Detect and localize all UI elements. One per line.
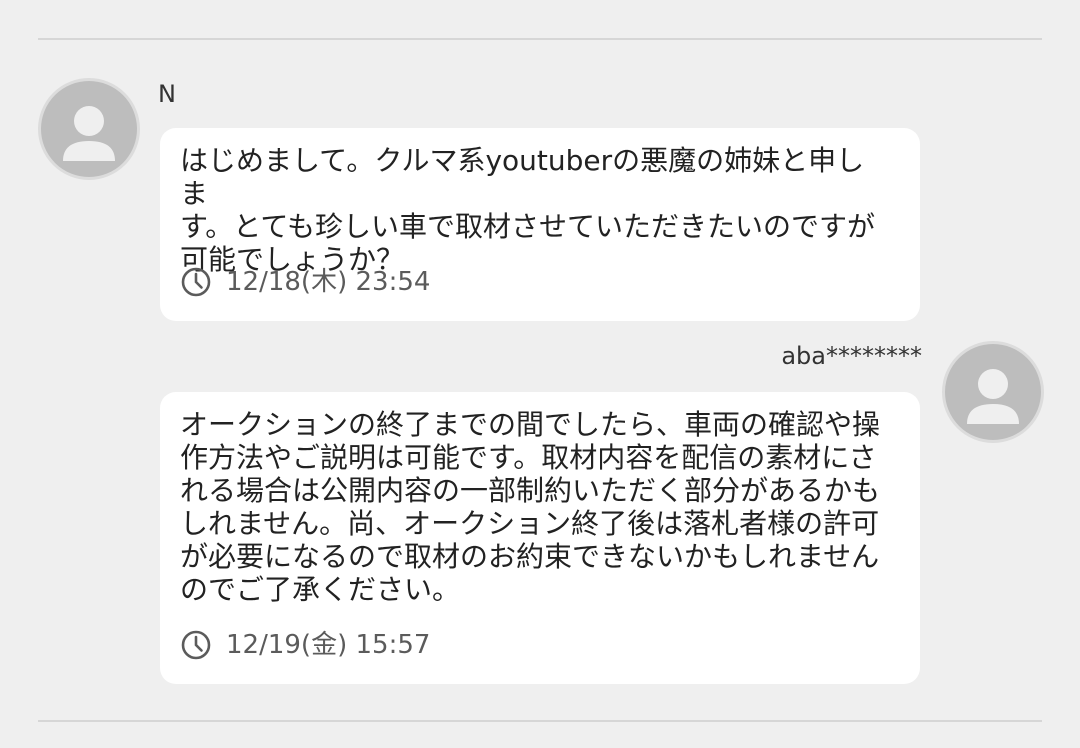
message-bubble: オークションの終了までの間でしたら、車両の確認や操 作方法やご説明は可能です。取… [160,392,920,684]
message-text: はじめまして。クルマ系youtuberの悪魔の姉妹と申しま す。とても珍しい車で… [180,144,875,276]
thread-divider-top [38,38,1042,40]
default-user-icon [63,106,115,161]
message-timestamp: 12/19(金) 15:57 [180,629,430,661]
timestamp-text: 12/19(金) 15:57 [226,630,431,660]
message-bubble: はじめまして。クルマ系youtuberの悪魔の姉妹と申しま す。とても珍しい車で… [160,128,920,321]
clock-icon [181,630,211,660]
timestamp-text: 12/18(木) 23:54 [226,267,431,297]
avatar-aba[interactable] [942,341,1044,443]
message-timestamp: 12/18(木) 23:54 [180,266,430,298]
thread-divider-bottom [38,720,1042,722]
clock-icon [181,267,211,297]
avatar-n[interactable] [38,78,140,180]
default-user-icon [967,369,1019,424]
message-text: オークションの終了までの間でしたら、車両の確認や操 作方法やご説明は可能です。取… [180,408,881,606]
sender-name: aba******** [781,342,922,370]
sender-name: N [158,80,176,108]
